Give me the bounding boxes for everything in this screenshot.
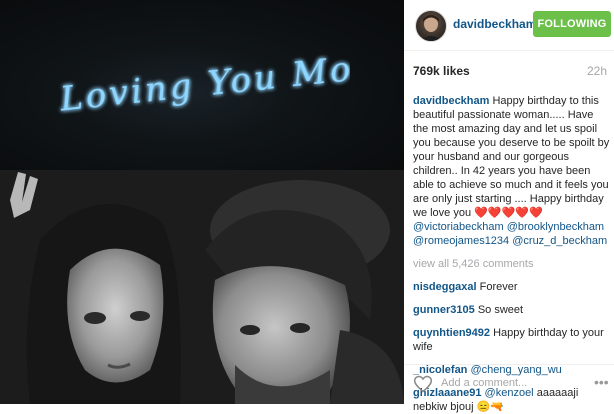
neon-sign-text: Loving You More. [57,50,350,120]
post-header: davidbeckham FOLLOWING [404,0,614,51]
comment-footer: Add a comment... ••• [404,364,614,405]
mention-link[interactable]: @victoriabeckham [413,221,504,233]
add-comment-input[interactable]: Add a comment... [441,377,527,389]
post-photo[interactable]: Loving You More. [0,0,404,404]
avatar-face-icon [420,15,442,41]
likes-row: 769k likes 22h [413,64,607,80]
caption-text: Happy birthday to this beautiful passion… [413,95,610,219]
caption-username[interactable]: davidbeckham [413,95,489,107]
comment-username[interactable]: nisdeggaxal [413,281,477,293]
post-sidebar: davidbeckham FOLLOWING 769k likes 22h da… [404,0,614,413]
svg-text:Loving You More.: Loving You More. [57,50,350,120]
comment: quynhtien9492 Happy birthday to your wif… [413,326,611,354]
caption: davidbeckham Happy birthday to this beau… [413,94,611,248]
couple-photo [0,170,404,404]
avatar[interactable] [415,10,447,42]
more-options-icon[interactable]: ••• [594,374,609,390]
comment-text: So sweet [477,304,524,316]
comment: nisdeggaxal Forever [413,280,611,294]
heart-icon[interactable] [413,374,433,394]
heart-emojis: ❤️❤️❤️❤️❤️ [474,207,543,219]
mention-link[interactable]: @cruz_d_beckham [512,235,607,247]
view-all-comments-link[interactable]: view all 5,426 comments [413,257,611,271]
following-button[interactable]: FOLLOWING [533,11,611,37]
likes-count[interactable]: 769k likes [413,64,470,78]
time-ago[interactable]: 22h [587,64,607,78]
comment-text: Forever [479,281,518,293]
mention-link[interactable]: @brooklynbeckham [507,221,604,233]
mention-link[interactable]: @romeojames1234 [413,235,509,247]
comment-username[interactable]: gunner3105 [413,304,475,316]
comment-username[interactable]: quynhtien9492 [413,327,490,339]
header-username[interactable]: davidbeckham [453,17,536,31]
neon-sign-background: Loving You More. [0,0,404,170]
comment: gunner3105 So sweet [413,303,611,317]
